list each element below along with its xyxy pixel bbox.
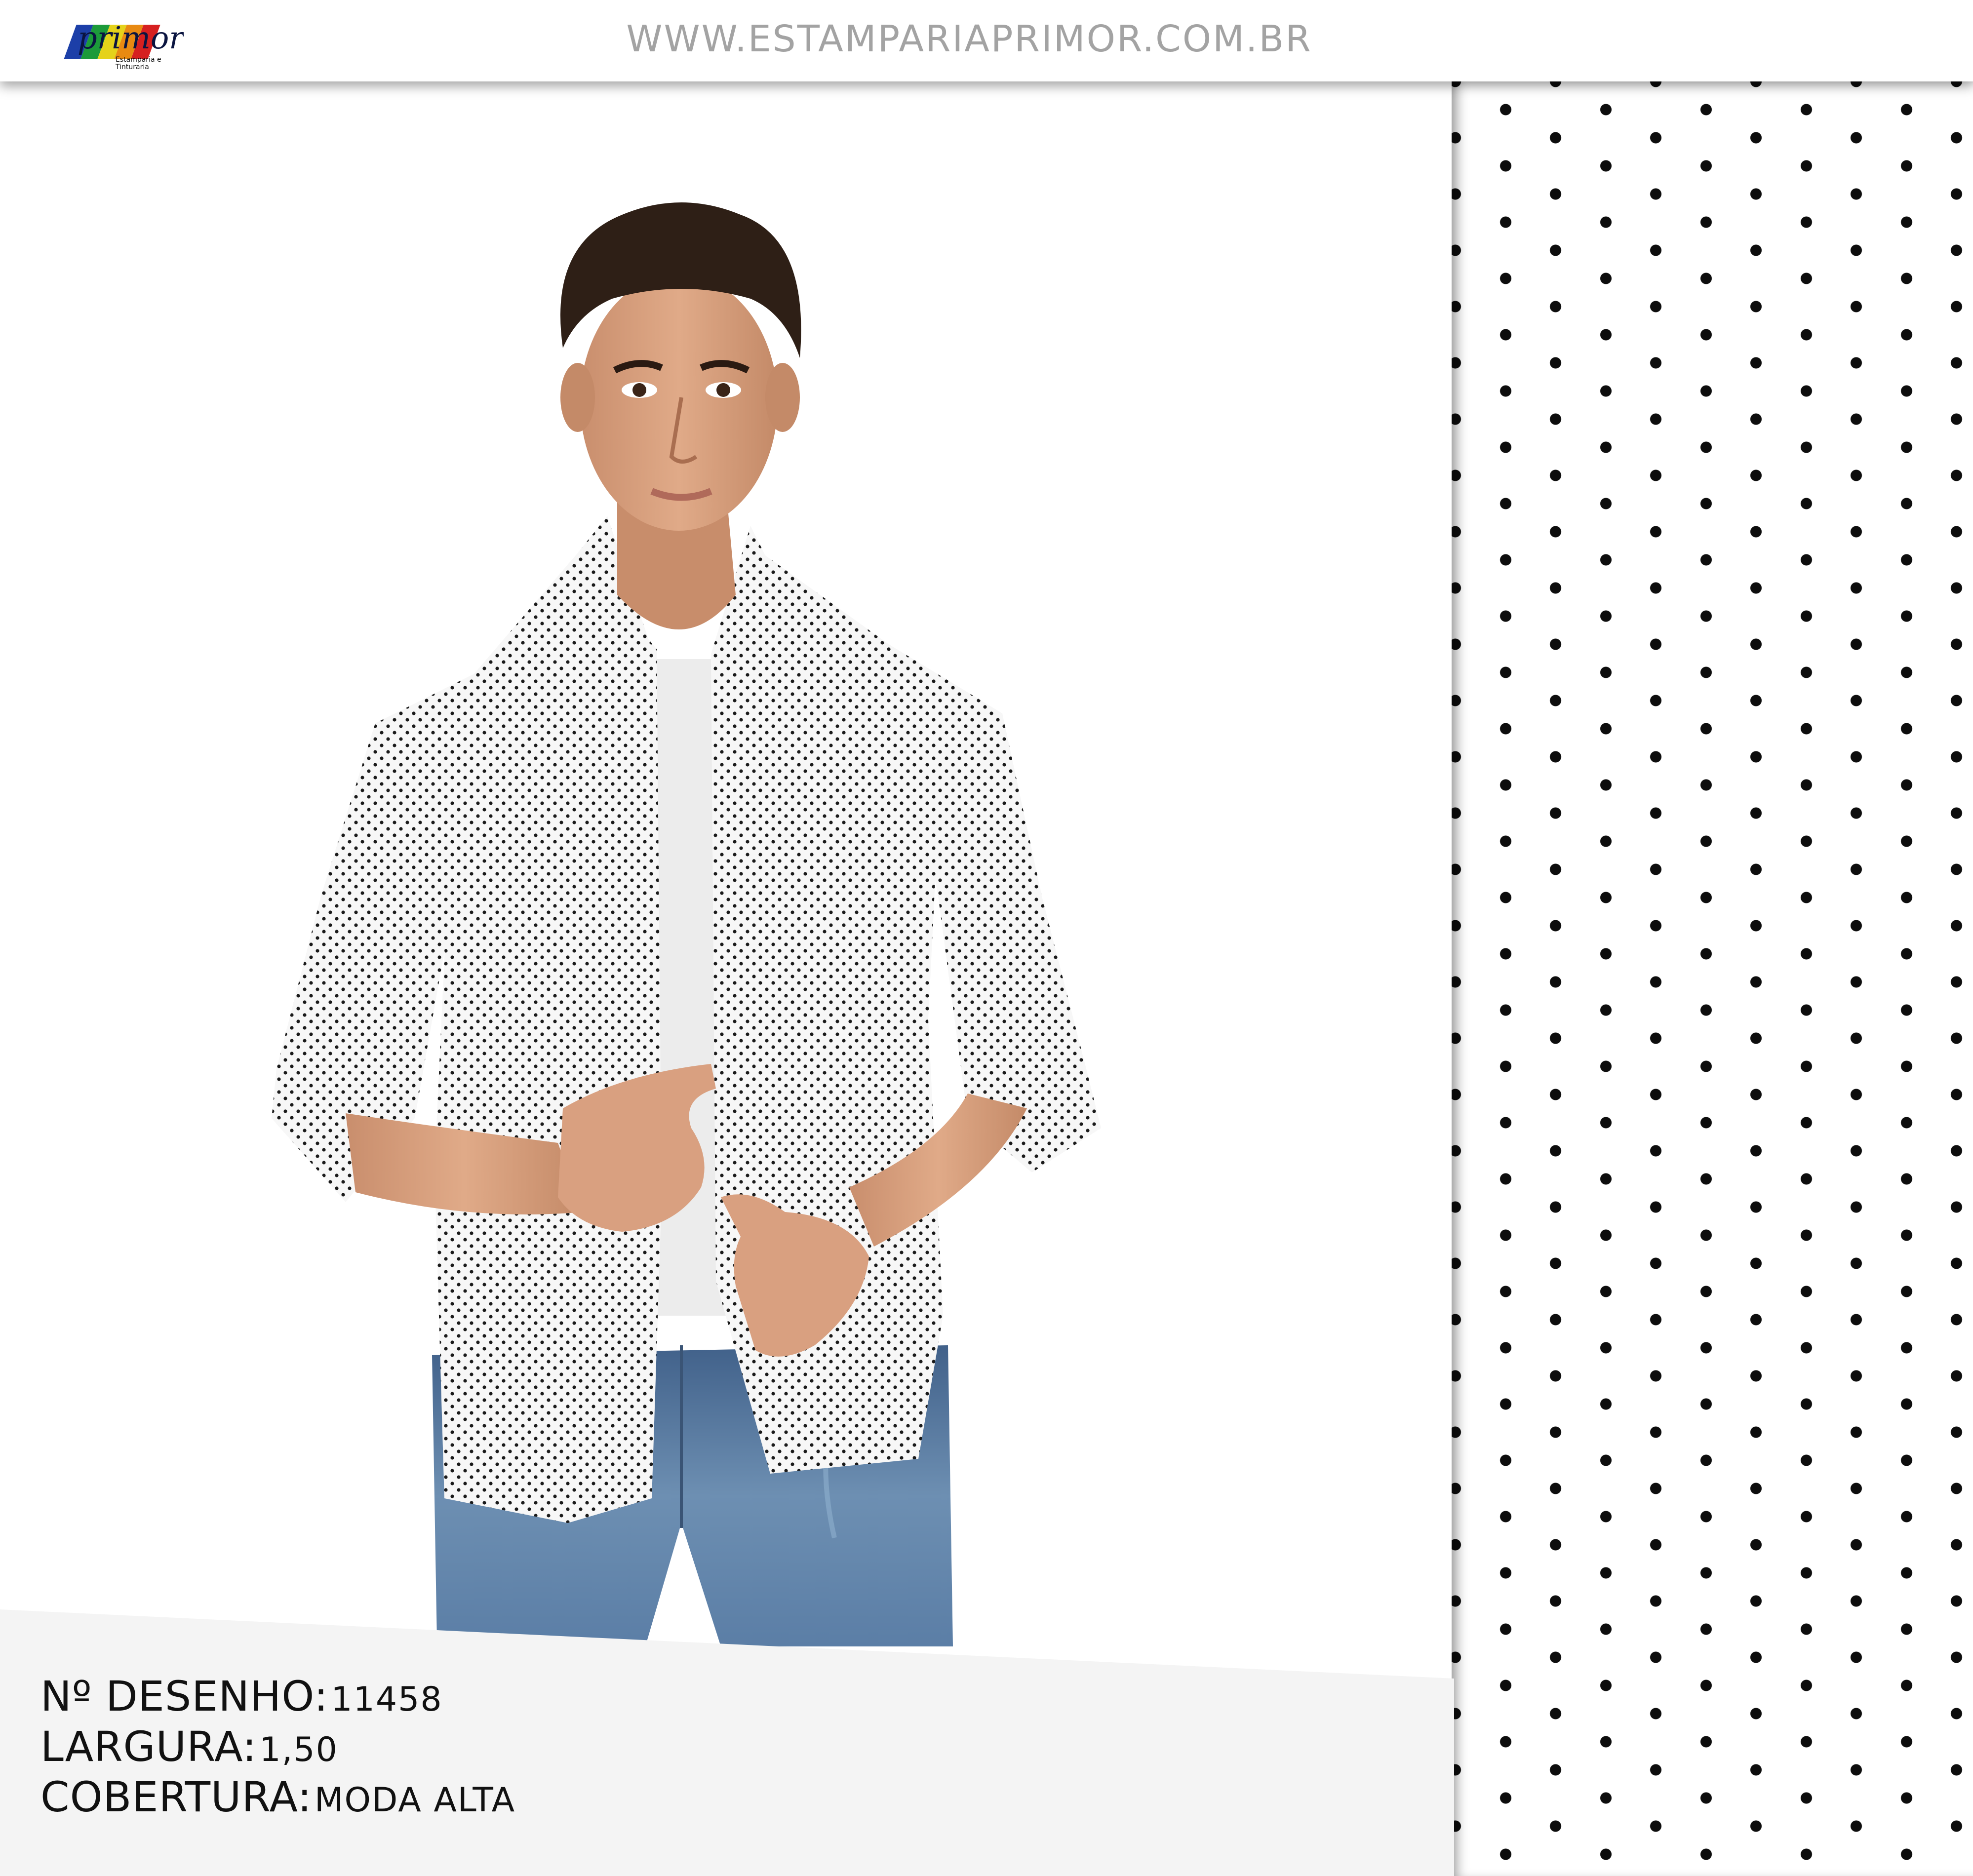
width-label: LARGURA: (40, 1722, 257, 1771)
design-number-value: 11458 (331, 1680, 443, 1719)
model-photo-area (0, 81, 1452, 1876)
fabric-swatch (1452, 81, 1973, 1876)
coverage-row: COBERTURA: MODA ALTA (40, 1772, 515, 1822)
header-bar: primor Estamparia e Tinturaria WWW.ESTAM… (0, 0, 1973, 81)
catalog-page: Nº DESENHO: 11458 LARGURA: 1,50 COBERTUR… (0, 0, 1973, 1876)
design-number-label: Nº DESENHO: (40, 1672, 329, 1720)
width-row: LARGURA: 1,50 (40, 1721, 515, 1772)
model-photo (272, 202, 1101, 1646)
site-url[interactable]: WWW.ESTAMPARIAPRIMOR.COM.BR (0, 18, 1973, 60)
coverage-label: COBERTURA: (40, 1773, 312, 1821)
design-number-row: Nº DESENHO: 11458 (40, 1671, 515, 1721)
svg-text:Tinturaria: Tinturaria (115, 63, 149, 70)
width-value: 1,50 (259, 1730, 338, 1769)
site-url-text[interactable]: WWW.ESTAMPARIAPRIMOR.COM.BR (626, 18, 1312, 60)
coverage-value: MODA ALTA (314, 1781, 516, 1820)
design-info: Nº DESENHO: 11458 LARGURA: 1,50 COBERTUR… (40, 1671, 515, 1822)
